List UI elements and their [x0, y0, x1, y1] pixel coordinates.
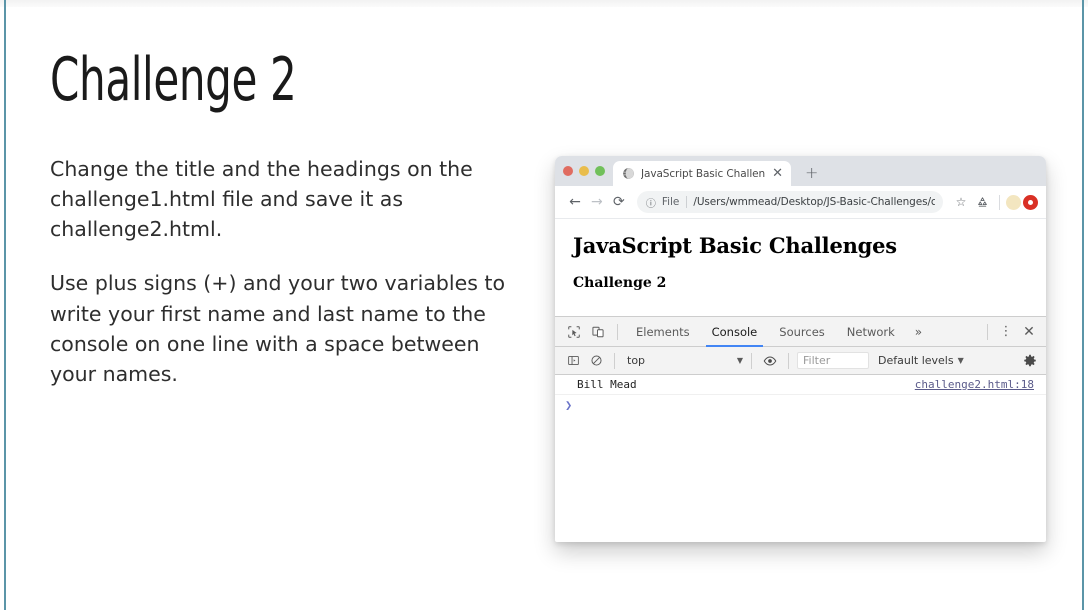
- browser-tab-title: JavaScript Basic Challenges: Ch: [641, 167, 766, 180]
- devtools-divider: [617, 323, 618, 340]
- zoom-window-button[interactable]: [595, 166, 605, 176]
- slide-text-column: Challenge 2 Change the title and the hea…: [50, 50, 520, 389]
- inspect-cursor-icon[interactable]: [563, 321, 585, 343]
- browser-window: JavaScript Basic Challenges: Ch ✕ + ← → …: [555, 156, 1046, 542]
- devtools-tab-bar: Elements Console Sources Network » ⋮ ✕: [555, 317, 1046, 347]
- console-sidebar-icon[interactable]: [563, 351, 583, 371]
- toolbar-divider: [998, 194, 1000, 210]
- console-filter-input[interactable]: Filter: [797, 352, 869, 369]
- slide-top-edge: [0, 0, 1088, 7]
- url-scheme-label: File: [662, 196, 688, 208]
- devtools-tabs: Elements Console Sources Network »: [626, 317, 979, 347]
- console-source-link[interactable]: challenge2.html:18: [915, 378, 1034, 391]
- kebab-menu-icon[interactable]: ⋮: [996, 325, 1016, 338]
- minimize-window-button[interactable]: [579, 166, 589, 176]
- back-icon[interactable]: ←: [565, 191, 585, 213]
- address-bar[interactable]: ⓘ File /Users/wmmead/Desktop/JS-Basic-Ch…: [636, 191, 943, 213]
- devtools-panel: Elements Console Sources Network » ⋮ ✕ t…: [555, 316, 1046, 535]
- devtools-divider-right: [987, 323, 988, 340]
- console-toolbar: top ▼ Filter Default levels ▼: [555, 347, 1046, 375]
- prompt-caret-icon: ❯: [565, 398, 573, 412]
- slide: Challenge 2 Change the title and the hea…: [0, 0, 1088, 610]
- page-info-icon[interactable]: ⓘ: [646, 195, 656, 210]
- reload-icon[interactable]: ⟳: [609, 191, 629, 213]
- gear-icon[interactable]: [1020, 351, 1040, 371]
- console-message-row: Bill Mead challenge2.html:18: [555, 375, 1046, 395]
- recycle-icon[interactable]: [973, 192, 993, 212]
- close-devtools-icon[interactable]: ✕: [1018, 324, 1040, 340]
- tab-console[interactable]: Console: [702, 317, 768, 347]
- console-input-row[interactable]: ❯: [555, 395, 1046, 414]
- close-window-button[interactable]: [563, 166, 573, 176]
- chevron-down-icon-levels: ▼: [957, 356, 964, 365]
- page-heading-3: Challenge 2: [573, 275, 667, 291]
- device-toolbar-icon[interactable]: [587, 321, 609, 343]
- avatar[interactable]: [1005, 194, 1021, 210]
- globe-icon: [622, 167, 635, 180]
- forward-icon[interactable]: →: [587, 191, 607, 213]
- notification-icon[interactable]: [1022, 194, 1038, 210]
- slide-right-accent-line: [1082, 0, 1084, 610]
- instruction-paragraph-2: Use plus signs (+) and your two variable…: [50, 271, 506, 386]
- bookmark-star-icon[interactable]: ☆: [951, 192, 971, 212]
- tab-network[interactable]: Network: [837, 317, 905, 347]
- chevron-down-icon: ▼: [736, 356, 743, 365]
- console-message-text: Bill Mead: [577, 378, 637, 391]
- browser-toolbar: ← → ⟳ ⓘ File /Users/wmmead/Desktop/JS-Ba…: [555, 186, 1046, 219]
- window-traffic-lights: [561, 156, 613, 186]
- tab-sources[interactable]: Sources: [769, 317, 835, 347]
- live-expression-icon[interactable]: [760, 351, 780, 371]
- instruction-paragraph-1: Change the title and the headings on the…: [50, 157, 473, 242]
- new-tab-button[interactable]: +: [805, 165, 818, 181]
- url-text: /Users/wmmead/Desktop/JS-Basic-Challenge…: [693, 196, 935, 208]
- console-toolbar-divider-2: [751, 352, 752, 369]
- execution-context-label: top: [627, 354, 646, 367]
- console-toolbar-divider-3: [788, 352, 789, 369]
- clear-console-icon[interactable]: [586, 351, 606, 371]
- browser-tab-strip: JavaScript Basic Challenges: Ch ✕ +: [555, 156, 1046, 186]
- page-heading-1: JavaScript Basic Challenges: [573, 233, 897, 258]
- log-levels-dropdown[interactable]: Default levels ▼: [872, 354, 970, 367]
- page-viewport: JavaScript Basic Challenges Challenge 2: [555, 219, 1046, 316]
- more-tabs-icon[interactable]: »: [907, 317, 930, 347]
- browser-tab[interactable]: JavaScript Basic Challenges: Ch ✕: [613, 161, 791, 186]
- execution-context-dropdown[interactable]: top ▼: [623, 354, 743, 367]
- log-levels-label: Default levels: [878, 354, 954, 367]
- page-title: Challenge 2: [50, 45, 297, 115]
- console-output: Bill Mead challenge2.html:18 ❯: [555, 375, 1046, 535]
- slide-left-accent-line: [4, 0, 6, 610]
- tab-elements[interactable]: Elements: [626, 317, 700, 347]
- console-toolbar-divider: [614, 352, 615, 369]
- close-icon[interactable]: ✕: [771, 167, 784, 180]
